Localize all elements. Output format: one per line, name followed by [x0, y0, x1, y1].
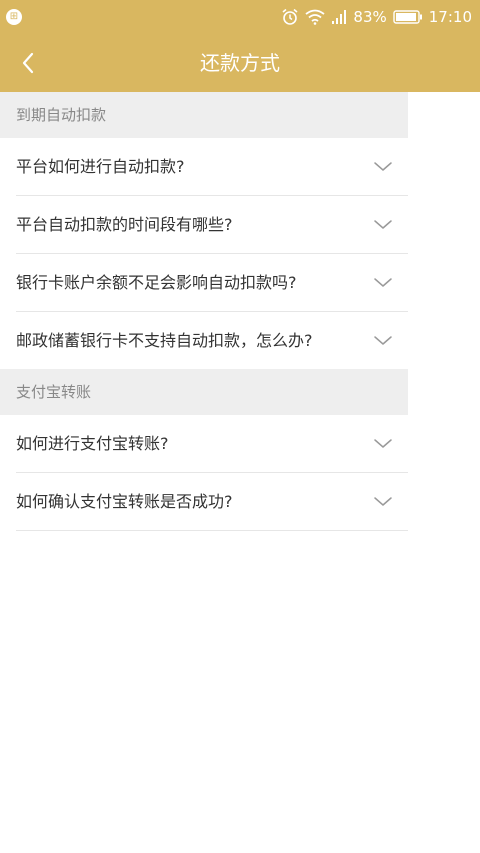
- chevron-down-icon: [374, 336, 392, 345]
- faq-question: 平台自动扣款的时间段有哪些?: [16, 215, 233, 234]
- faq-question: 如何确认支付宝转账是否成功?: [16, 492, 233, 511]
- faq-question: 邮政储蓄银行卡不支持自动扣款，怎么办?: [16, 331, 313, 350]
- alarm-icon: [281, 8, 299, 26]
- faq-question: 如何进行支付宝转账?: [16, 434, 169, 453]
- section-header-auto-deduction: 到期自动扣款: [0, 92, 408, 138]
- app-notification-icon: ⊞: [6, 9, 22, 25]
- faq-question: 平台如何进行自动扣款?: [16, 157, 185, 176]
- status-bar: ⊞ 83% 17:10: [0, 0, 480, 34]
- chevron-down-icon: [374, 278, 392, 287]
- faq-item[interactable]: 银行卡账户余额不足会影响自动扣款吗?: [16, 254, 408, 312]
- faq-item[interactable]: 平台自动扣款的时间段有哪些?: [16, 196, 408, 254]
- back-button[interactable]: [8, 43, 48, 83]
- faq-item[interactable]: 平台如何进行自动扣款?: [16, 138, 408, 196]
- chevron-left-icon: [22, 52, 34, 74]
- app-bar: 还款方式: [0, 34, 480, 92]
- chevron-down-icon: [374, 497, 392, 506]
- signal-icon: [331, 9, 347, 25]
- faq-list: 到期自动扣款 平台如何进行自动扣款? 平台自动扣款的时间段有哪些? 银行卡账户余…: [0, 92, 408, 531]
- battery-icon: [393, 9, 423, 25]
- chevron-down-icon: [374, 162, 392, 171]
- battery-percent: 83%: [353, 8, 387, 26]
- page-title: 还款方式: [200, 51, 280, 75]
- faq-question: 银行卡账户余额不足会影响自动扣款吗?: [16, 273, 297, 292]
- clock: 17:10: [428, 8, 472, 26]
- faq-item[interactable]: 如何进行支付宝转账?: [16, 415, 408, 473]
- chevron-down-icon: [374, 220, 392, 229]
- chevron-down-icon: [374, 439, 392, 448]
- section-header-alipay-transfer: 支付宝转账: [0, 369, 408, 415]
- faq-item[interactable]: 如何确认支付宝转账是否成功?: [16, 473, 408, 531]
- wifi-icon: [305, 9, 325, 25]
- faq-item[interactable]: 邮政储蓄银行卡不支持自动扣款，怎么办?: [16, 312, 408, 369]
